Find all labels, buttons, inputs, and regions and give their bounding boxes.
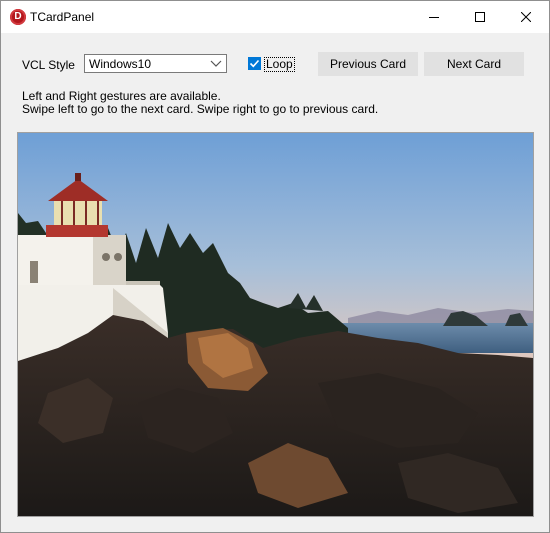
card-panel[interactable] <box>17 132 534 517</box>
gesture-info-line-2: Swipe left to go to the next card. Swipe… <box>22 102 379 116</box>
vcl-style-value: Windows10 <box>89 57 152 71</box>
gesture-info: Left and Right gestures are available. S… <box>22 90 378 116</box>
minimize-button[interactable] <box>411 1 457 33</box>
maximize-icon <box>475 12 485 22</box>
main-window: D TCardPanel VCL Style Windows10 Loop Pr… <box>0 0 550 533</box>
loop-label[interactable]: Loop <box>264 57 295 72</box>
lighthouse-photo <box>18 133 533 516</box>
next-card-button[interactable]: Next Card <box>424 52 524 76</box>
vcl-style-label: VCL Style <box>22 58 75 72</box>
app-icon: D <box>10 9 26 25</box>
close-button[interactable] <box>503 1 549 33</box>
minimize-icon <box>429 17 439 18</box>
maximize-button[interactable] <box>457 1 503 33</box>
checkmark-icon <box>249 59 260 68</box>
window-title: TCardPanel <box>30 10 95 24</box>
loop-checkbox[interactable] <box>248 57 261 70</box>
close-icon <box>521 12 531 22</box>
vcl-style-combobox[interactable]: Windows10 <box>84 54 227 73</box>
chevron-down-icon <box>210 60 222 67</box>
title-bar[interactable]: D TCardPanel <box>1 1 549 33</box>
previous-card-button[interactable]: Previous Card <box>318 52 418 76</box>
